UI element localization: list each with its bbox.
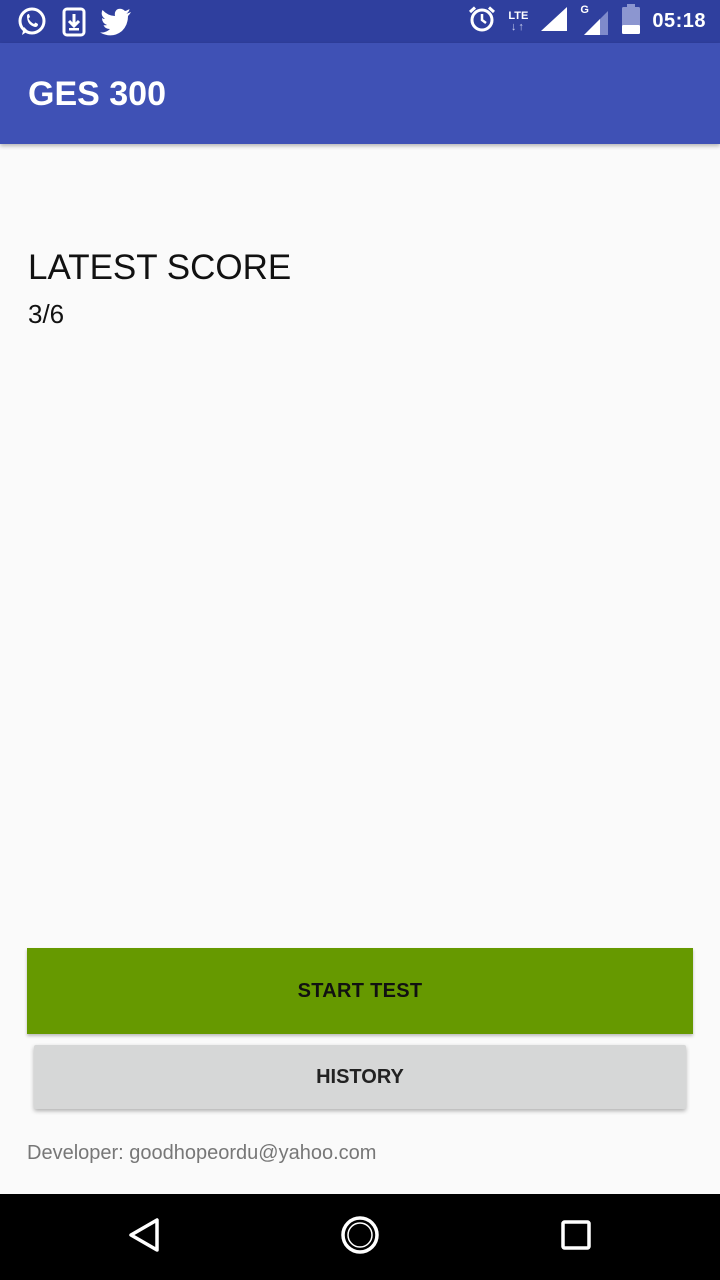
home-icon xyxy=(340,1215,380,1260)
app-title: GES 300 xyxy=(28,75,166,113)
lte-label: LTE xyxy=(508,9,529,22)
battery-icon xyxy=(622,4,641,39)
recents-icon xyxy=(560,1219,592,1256)
nav-back-button[interactable] xyxy=(104,1194,184,1280)
nav-home-button[interactable] xyxy=(320,1194,400,1280)
alarm-icon xyxy=(468,5,496,38)
twitter-icon xyxy=(100,8,132,41)
app-bar: GES 300 xyxy=(0,43,720,144)
whatsapp-icon xyxy=(16,6,48,43)
developer-contact: Developer: goodhopeordu@yahoo.com xyxy=(27,1142,377,1164)
navigation-bar xyxy=(0,1194,720,1280)
nav-recents-button[interactable] xyxy=(536,1194,616,1280)
lte-signal-icon: LTE ↓↑ xyxy=(508,9,529,33)
status-bar-notifications xyxy=(16,6,132,43)
status-time: 05:18 xyxy=(652,10,706,32)
g-signal-icon: G xyxy=(580,4,610,37)
back-icon xyxy=(127,1217,161,1258)
latest-score-value: 3/6 xyxy=(28,299,65,329)
download-icon xyxy=(62,7,86,42)
signal-icon xyxy=(540,6,568,37)
status-bar: LTE ↓↑ G 05:18 xyxy=(0,0,720,43)
history-button[interactable]: HISTORY xyxy=(34,1045,686,1109)
lte-data-arrows: ↓↑ xyxy=(510,20,526,33)
start-test-button[interactable]: START TEST xyxy=(27,948,693,1034)
latest-score-label: LATEST SCORE xyxy=(28,248,292,287)
status-bar-system: LTE ↓↑ G 05:18 xyxy=(468,0,706,43)
